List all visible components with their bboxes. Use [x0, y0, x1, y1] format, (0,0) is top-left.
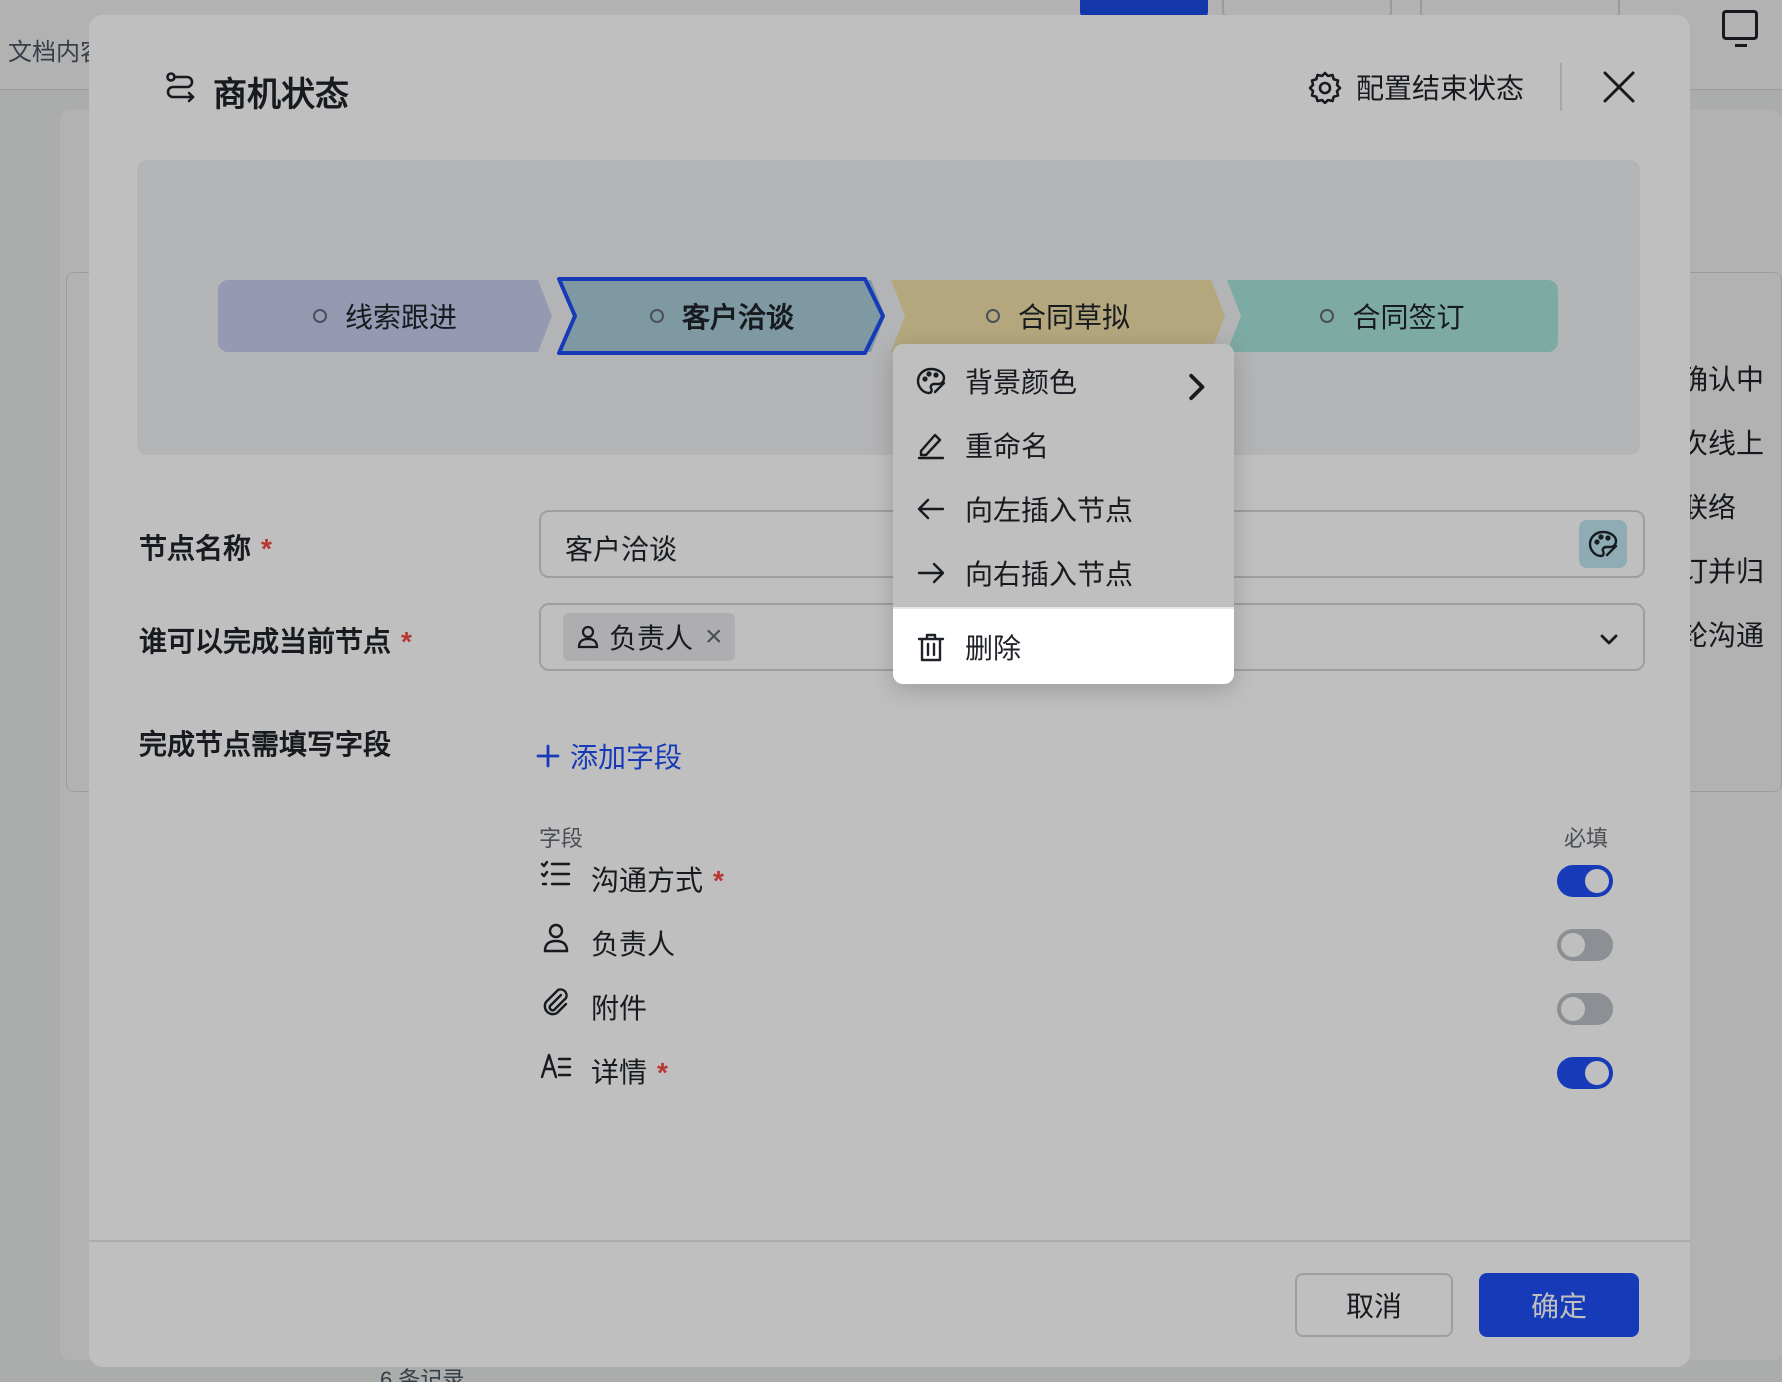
stage-lead-followup[interactable]: 线索跟进: [218, 280, 552, 352]
stage-context-menu: 背景颜色 重命名 向左插入节点 向右插入节点 删除: [893, 344, 1234, 684]
field-row: 负责人: [539, 913, 1579, 969]
required-mark: *: [713, 865, 724, 896]
field-label: 详情 *: [591, 1051, 668, 1091]
chevron-down-icon[interactable]: [1597, 627, 1621, 651]
stage-dot: [1320, 309, 1335, 323]
selected-stage-outline: [557, 277, 885, 355]
modal-header: 商机状态 配置结束状态: [89, 15, 1690, 155]
field-name: 沟通方式: [591, 865, 704, 896]
menu-separator: [893, 607, 1234, 609]
trash-icon: [917, 633, 945, 662]
stage-label: 合同草拟: [1017, 302, 1130, 333]
required-mark: *: [401, 626, 412, 657]
add-field-label: 添加字段: [570, 742, 683, 773]
menu-item-delete[interactable]: 删除: [893, 616, 1234, 678]
field-row: 详情 *: [539, 1041, 1579, 1097]
person-icon: [543, 923, 569, 953]
node-name-value: 客户洽谈: [565, 534, 678, 565]
toggle-knob: [1585, 1061, 1609, 1085]
required-toggle[interactable]: [1557, 929, 1613, 961]
stage-config-modal: 商机状态 配置结束状态 线索跟进 客户洽谈 合同草拟 合同签订 节点名称 * 客…: [89, 15, 1690, 1367]
gear-icon: [1308, 71, 1342, 104]
modal-title: 商机状态: [213, 76, 349, 114]
text-icon: [540, 1053, 572, 1079]
header-divider: [1560, 63, 1562, 111]
palette-icon: [1588, 530, 1618, 558]
toggle-knob: [1585, 869, 1609, 893]
required-toggle[interactable]: [1557, 993, 1613, 1025]
remove-tag-icon[interactable]: ×: [705, 620, 723, 654]
footer-divider: [89, 1240, 1690, 1242]
required-toggle[interactable]: [1557, 865, 1613, 897]
stage-contract-signed[interactable]: 合同签订: [1227, 280, 1558, 352]
field-row: 沟通方式 *: [539, 849, 1579, 905]
config-end-status-label: 配置结束状态: [1356, 73, 1525, 104]
field-label: 附件: [591, 987, 647, 1027]
field-name: 附件: [591, 993, 648, 1024]
required-toggle[interactable]: [1557, 1057, 1613, 1089]
required-mark: *: [261, 533, 272, 564]
stage-contract-draft[interactable]: 合同草拟: [891, 280, 1225, 352]
person-icon: [577, 625, 599, 649]
toggle-knob: [1561, 933, 1585, 957]
required-mark: *: [657, 1057, 668, 1088]
config-end-status-button[interactable]: 配置结束状态: [1308, 65, 1524, 109]
field-label: 负责人: [591, 923, 675, 963]
add-field-button[interactable]: 添加字段: [536, 736, 682, 776]
stage-label: 线索跟进: [344, 302, 457, 333]
field-name: 详情: [591, 1057, 648, 1088]
stage-dot: [313, 309, 327, 323]
node-color-button[interactable]: [1579, 520, 1627, 568]
list-icon: [540, 860, 571, 886]
toggle-knob: [1561, 997, 1585, 1021]
menu-item-label: 删除: [965, 633, 1022, 664]
stage-label: 合同签订: [1352, 302, 1465, 333]
field-label: 沟通方式 *: [591, 859, 724, 899]
flow-icon: [166, 72, 195, 103]
node-name-label: 节点名称 *: [139, 527, 272, 567]
close-icon[interactable]: [1599, 67, 1639, 107]
required-fields-label: 完成节点需填写字段: [139, 729, 392, 760]
plus-icon: [536, 744, 560, 768]
stage-dot: [986, 309, 1000, 323]
menu-dim-layer: [893, 344, 1234, 607]
assignee-tag: 负责人 ×: [563, 613, 735, 661]
field-name: 负责人: [591, 929, 676, 960]
paperclip-icon: [543, 988, 568, 1016]
confirm-button[interactable]: 确定: [1479, 1273, 1639, 1337]
assignee-label: 谁可以完成当前节点 *: [139, 620, 412, 660]
node-name-label-text: 节点名称: [139, 533, 252, 564]
cancel-button[interactable]: 取消: [1295, 1273, 1453, 1337]
field-row: 附件: [539, 977, 1579, 1033]
assignee-tag-label: 负责人: [609, 623, 694, 654]
assignee-label-text: 谁可以完成当前节点: [139, 626, 392, 657]
